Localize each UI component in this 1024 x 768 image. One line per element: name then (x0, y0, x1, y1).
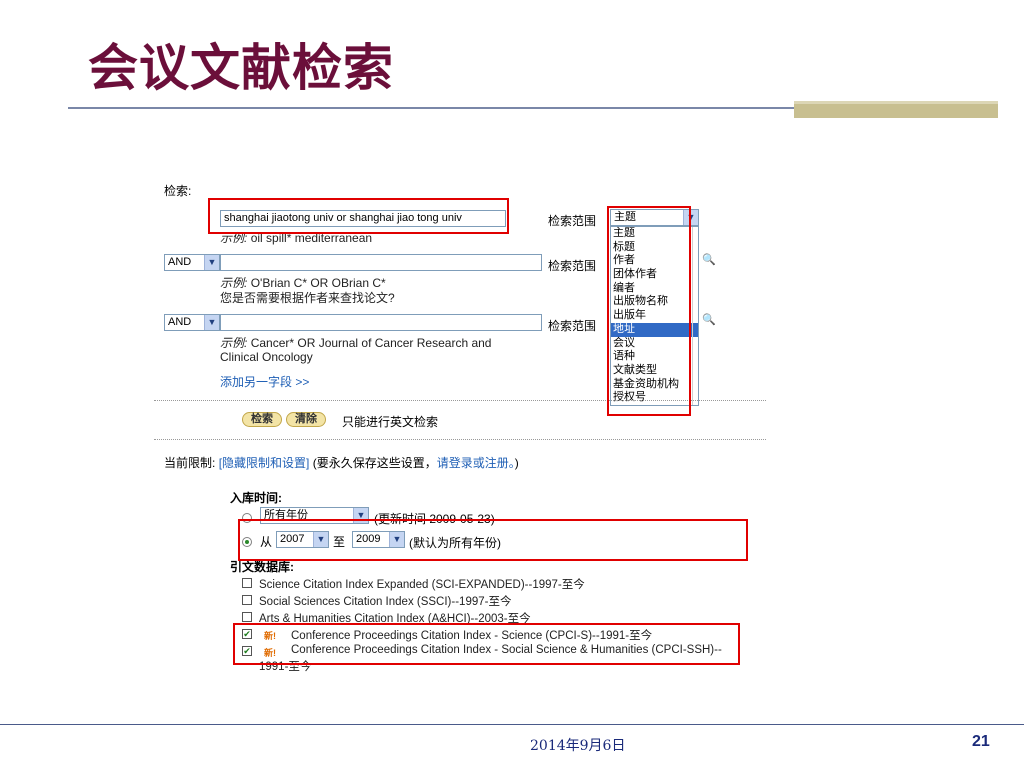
timespan-heading: 入库时间: (230, 491, 282, 505)
current-limits-row: 当前限制: [隐藏限制和设置] (要永久保存这些设置，请登录或注册。) (164, 456, 519, 470)
field3-example-line2: Clinical Oncology (220, 350, 313, 364)
search-field-2[interactable] (220, 254, 542, 271)
save-settings-note: (要永久保存这些设置， (312, 456, 437, 470)
hide-limits-link[interactable]: [隐藏限制和设置] (219, 456, 310, 470)
author-help-text: 您是否需要根据作者来查找论文? (220, 291, 395, 305)
operator-value: AND (168, 256, 192, 268)
database-label: Science Citation Index Expanded (SCI-EXP… (259, 579, 585, 591)
database-label: Social Sciences Citation Index (SSCI)--1… (259, 596, 512, 608)
chevron-down-icon: ▼ (204, 255, 219, 270)
highlight-search-field (208, 198, 509, 234)
scope-label-3: 检索范围 (548, 319, 597, 333)
field3-example: 示例: Cancer* OR Journal of Cancer Researc… (220, 336, 492, 350)
database-checkbox[interactable] (242, 578, 252, 588)
operator-select-2[interactable]: AND ▼ (164, 254, 220, 271)
search-icon[interactable]: 🔍 (702, 314, 716, 327)
add-field-link[interactable]: 添加另一字段 >> (220, 373, 309, 390)
search-button[interactable]: 检索 (242, 412, 282, 427)
operator-value: AND (168, 316, 192, 328)
scrollbar[interactable] (692, 227, 698, 405)
current-limits-label: 当前限制: (164, 456, 216, 470)
footer-date: 2014年9月6日 (530, 738, 626, 754)
search-heading: 检索: (164, 184, 192, 198)
divider (154, 439, 766, 440)
clear-button[interactable]: 清除 (286, 412, 326, 427)
scope-label-2: 检索范围 (548, 259, 597, 273)
highlight-year-range (238, 519, 748, 561)
chevron-down-icon: ▼ (204, 315, 219, 330)
title-accent-bar (794, 101, 998, 118)
database-checkbox[interactable] (242, 595, 252, 605)
slide-title: 会议文献检索 (88, 39, 394, 97)
login-link[interactable]: 请登录或注册。 (437, 456, 515, 470)
highlight-scope-list (607, 206, 691, 416)
search-field-3[interactable] (220, 314, 542, 331)
database-checkbox[interactable] (242, 612, 252, 622)
operator-select-3[interactable]: AND ▼ (164, 314, 220, 331)
scope-label-1: 检索范围 (548, 214, 597, 228)
footer-rule (0, 724, 1024, 725)
english-only-note: 只能进行英文检索 (342, 415, 439, 429)
page-number: 21 (972, 733, 990, 750)
highlight-conference-indexes (233, 623, 740, 665)
search-icon[interactable]: 🔍 (702, 254, 716, 267)
